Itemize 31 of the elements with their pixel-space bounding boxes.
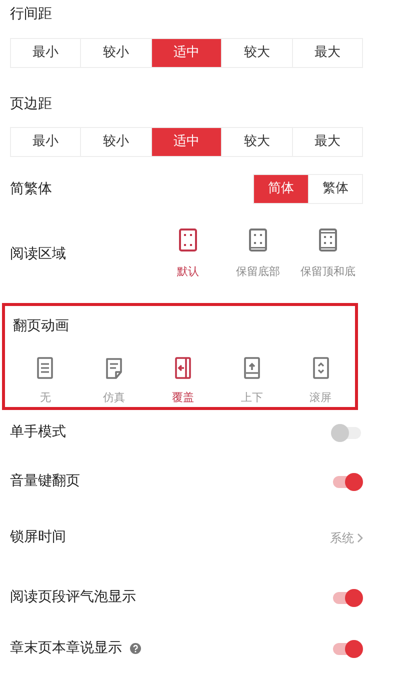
toggle-switch[interactable] [331,422,363,442]
toggle-switch[interactable] [331,472,363,492]
segment-option[interactable]: 适中 [152,39,222,67]
section-title: 翻页动画 [13,316,70,336]
section-title: 阅读区域 [10,245,66,264]
segment-option[interactable]: 简体 [254,175,308,203]
section-title: 页边距 [10,95,53,114]
option-label[interactable]: 默认 [177,264,199,280]
screen-area-icon[interactable] [176,228,200,252]
screen-area-icon[interactable] [316,228,340,252]
option-label[interactable]: 保留底部 [236,264,280,280]
toggle-switch[interactable] [331,588,363,608]
screen-area-icon[interactable] [246,228,270,252]
option-label[interactable]: 无 [40,390,51,406]
setting-value[interactable]: 系统 [330,528,354,546]
option-label[interactable]: 上下 [240,390,263,406]
option-label[interactable]: 保留顶和底 [300,264,356,280]
setting-label: 音量键翻页 [10,472,80,491]
option-label[interactable]: 覆盖 [172,390,194,406]
help-icon[interactable] [130,643,141,654]
setting-label: 阅读页段评气泡显示 [10,588,136,607]
setting-label: 单手模式 [10,423,66,442]
setting-label: 锁屏时间 [10,528,66,547]
segment-option[interactable]: 适中 [152,128,222,156]
setting-label: 章末页本章说显示 [10,639,122,658]
toggle-switch[interactable] [331,638,363,658]
section-title: 简繁体 [10,180,52,199]
option-label[interactable]: 仿真 [103,390,126,406]
option-label[interactable]: 滚屏 [310,390,332,406]
section-title: 行间距 [10,5,53,24]
chevron-right-icon[interactable] [357,532,363,542]
